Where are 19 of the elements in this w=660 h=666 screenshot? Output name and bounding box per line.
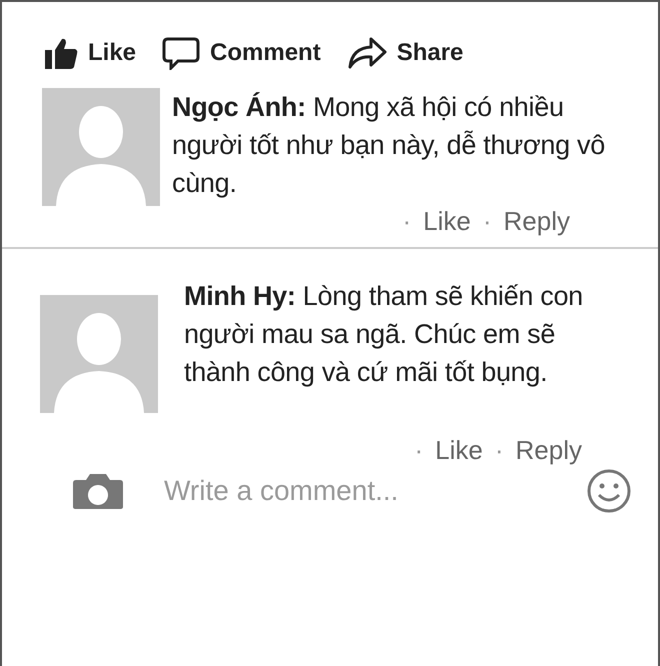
like-link[interactable]: Like bbox=[423, 206, 471, 237]
speech-bubble-icon bbox=[162, 36, 200, 70]
comment-button[interactable]: Comment bbox=[162, 36, 321, 70]
thumbs-up-icon bbox=[44, 36, 78, 70]
separator-dot: · bbox=[402, 206, 412, 237]
separator-dot: · bbox=[482, 206, 492, 237]
separator-dot: · bbox=[414, 435, 424, 466]
like-button[interactable]: Like bbox=[44, 36, 136, 70]
separator-dot: · bbox=[494, 435, 504, 466]
comment-input[interactable]: Write a comment... bbox=[164, 475, 546, 507]
comment-text: Ngọc Ánh: Mong xã hội có nhiều người tốt như bạn này, dễ thương vô cùng. bbox=[172, 91, 606, 200]
like-link[interactable]: Like bbox=[435, 435, 483, 466]
share-button[interactable]: Share bbox=[346, 36, 464, 70]
comment-text: Minh Hy: Lòng tham sẽ khiến con người mau sa ngã. Chúc em sẽ thành công và cứ mãi tốt bụng. bbox=[184, 280, 584, 389]
reply-link[interactable]: Reply bbox=[504, 206, 570, 237]
share-arrow-icon bbox=[346, 36, 387, 70]
reply-link[interactable]: Reply bbox=[516, 435, 582, 466]
camera-icon[interactable] bbox=[72, 472, 124, 510]
smiley-icon[interactable] bbox=[586, 468, 632, 514]
